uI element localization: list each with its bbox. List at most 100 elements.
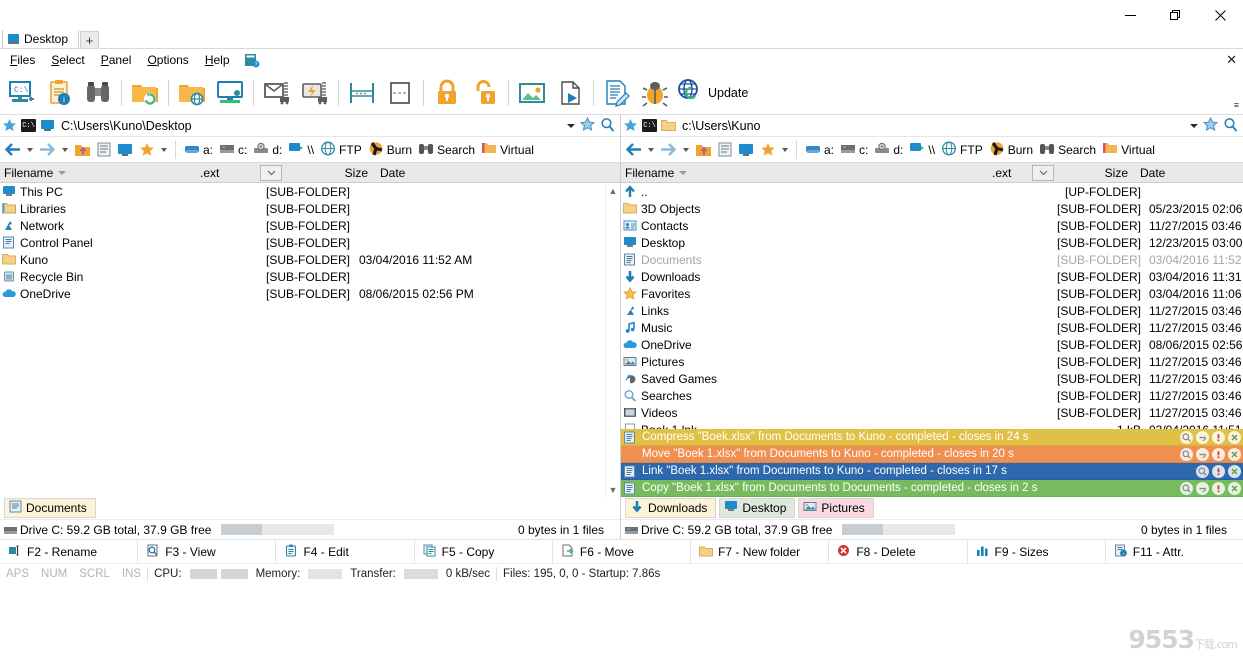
dir-tab-downloads[interactable]: Downloads <box>625 498 717 518</box>
function-key-f7[interactable]: F7 - New folder <box>690 540 828 563</box>
forward-history-dropdown[interactable] <box>683 147 689 152</box>
restore-button[interactable] <box>1153 0 1198 30</box>
notification-alert-icon[interactable] <box>1212 447 1225 461</box>
table-row[interactable]: Videos [SUB-FOLDER] 11/27/2015 03:46 PM <box>621 404 1243 421</box>
left-path-text[interactable]: C:\Users\Kuno\Desktop <box>59 119 563 133</box>
pin-star-icon[interactable] <box>2 118 17 133</box>
notification-item[interactable]: Link "Boek 1.xlsx" from Documents to Kun… <box>621 463 1243 480</box>
list-icon[interactable] <box>95 141 113 158</box>
table-row[interactable]: Pictures [SUB-FOLDER] 11/27/2015 03:46 PM <box>621 353 1243 370</box>
table-row[interactable]: Music [SUB-FOLDER] 11/27/2015 03:46 PM <box>621 319 1243 336</box>
notification-close-icon[interactable] <box>1228 430 1241 444</box>
column-size[interactable]: Size <box>1054 163 1132 182</box>
table-row[interactable]: This PC [SUB-FOLDER] <box>0 183 620 200</box>
function-key-f9[interactable]: F9 - Sizes <box>966 540 1105 563</box>
function-key-f5[interactable]: F5 - Copy <box>413 540 552 563</box>
right-path-text[interactable]: c:\Users\Kuno <box>680 119 1186 133</box>
lock-closed-icon[interactable] <box>428 74 466 112</box>
dir-tab-desktop[interactable]: Desktop <box>719 498 796 518</box>
drive-d[interactable]: d: <box>872 141 905 159</box>
notification-magnify-icon[interactable] <box>1180 481 1193 495</box>
function-key-f3[interactable]: F3 - View <box>137 540 275 563</box>
column-date[interactable]: Date <box>1132 163 1243 182</box>
minimize-button[interactable] <box>1108 0 1153 30</box>
forward-arrow-icon[interactable] <box>37 141 58 158</box>
table-row[interactable]: Searches [SUB-FOLDER] 11/27/2015 03:46 PM <box>621 387 1243 404</box>
table-row[interactable]: Desktop [SUB-FOLDER] 12/23/2015 03:00 PM <box>621 234 1243 251</box>
notification-alert-icon[interactable] <box>1212 430 1225 444</box>
table-row[interactable]: Recycle Bin [SUB-FOLDER] <box>0 268 620 285</box>
left-path-bar[interactable]: C:\ C:\Users\Kuno\Desktop <box>0 115 620 137</box>
table-row[interactable]: Saved Games [SUB-FOLDER] 11/27/2015 03:46 … <box>621 370 1243 387</box>
table-row[interactable]: Contacts [SUB-FOLDER] 11/27/2015 03:46 PM <box>621 217 1243 234</box>
help-document-icon[interactable]: ? <box>244 53 260 68</box>
cmd-badge-icon[interactable]: C:\ <box>642 119 657 132</box>
desktop-icon[interactable] <box>736 142 756 158</box>
left-vertical-scrollbar[interactable]: ▲ ▼ <box>605 183 620 497</box>
table-row[interactable]: Libraries [SUB-FOLDER] <box>0 200 620 217</box>
column-filename[interactable]: Filename <box>621 163 988 182</box>
column-date[interactable]: Date <box>372 163 620 182</box>
notification-minimize-icon[interactable] <box>1196 447 1209 461</box>
toolbar-overflow-button[interactable]: ≡ <box>1234 101 1239 110</box>
menu-panel[interactable]: Panel <box>93 51 140 69</box>
document-edit-icon[interactable] <box>598 74 636 112</box>
cmd-badge-icon[interactable]: C:\ <box>21 119 36 132</box>
notification-item[interactable]: Copy "Boek 1.xlsx" from Documents to Doc… <box>621 480 1243 497</box>
function-key-f4[interactable]: F4 - Edit <box>275 540 413 563</box>
drive-d[interactable]: d: <box>251 141 284 159</box>
dir-tab-pictures[interactable]: Pictures <box>798 498 874 518</box>
table-row[interactable]: Control Panel [SUB-FOLDER] <box>0 234 620 251</box>
monitor-network-icon[interactable] <box>211 74 249 112</box>
table-row[interactable]: Network [SUB-FOLDER] <box>0 217 620 234</box>
star-icon[interactable] <box>137 141 157 158</box>
table-row[interactable]: .. [UP-FOLDER] <box>621 183 1243 200</box>
column-options-dropdown[interactable] <box>1032 164 1054 181</box>
new-tab-button[interactable]: + <box>80 31 100 48</box>
favorites-dropdown[interactable] <box>161 147 167 152</box>
notification-close-icon[interactable] <box>1228 447 1241 461</box>
notification-minimize-icon[interactable] <box>1196 430 1209 444</box>
cmd-console-icon[interactable]: C:\ <box>3 74 41 112</box>
column-ext[interactable]: .ext <box>988 163 1030 182</box>
function-key-f6[interactable]: F6 - Move <box>551 540 690 563</box>
binoculars-icon[interactable] <box>79 74 117 112</box>
right-file-list[interactable]: .. [UP-FOLDER] 3D Objects [SUB-FOLDER] 05/23… <box>621 183 1243 497</box>
function-key-f2[interactable]: F2 - Rename <box>0 540 137 563</box>
drive-c[interactable]: c: <box>838 141 870 159</box>
menu-options[interactable]: Options <box>139 51 196 69</box>
notification-item[interactable]: Compress "Boek.xlsx" from Documents to K… <box>621 429 1243 446</box>
scroll-up-button[interactable]: ▲ <box>606 183 621 198</box>
lock-open-icon[interactable] <box>466 74 504 112</box>
menu-select[interactable]: Select <box>43 51 92 69</box>
notification-magnify-icon[interactable] <box>1180 430 1193 444</box>
notification-magnify-icon[interactable] <box>1180 447 1193 461</box>
notification-alert-icon[interactable] <box>1212 464 1225 478</box>
search-button[interactable]: Search <box>1037 140 1098 160</box>
favorite-star-icon[interactable] <box>1202 116 1219 135</box>
notification-close-icon[interactable] <box>1228 481 1241 495</box>
dashed-box-icon[interactable] <box>381 74 419 112</box>
chevron-down-icon[interactable] <box>1190 123 1198 128</box>
notification-minimize-icon[interactable] <box>1196 481 1209 495</box>
notification-close-icon[interactable] <box>1228 464 1241 478</box>
ftp-button[interactable]: FTP <box>939 140 985 160</box>
close-document-button[interactable]: ✕ <box>1226 53 1237 66</box>
menu-help[interactable]: Help <box>197 51 238 69</box>
favorite-star-icon[interactable] <box>579 116 596 135</box>
compare-icon[interactable] <box>343 74 381 112</box>
drive-a[interactable]: a: <box>803 141 836 159</box>
bug-icon[interactable] <box>636 74 674 112</box>
function-key-f8[interactable]: F8 - Delete <box>828 540 966 563</box>
column-size[interactable]: Size <box>282 163 372 182</box>
table-row[interactable]: Kuno [SUB-FOLDER] 03/04/2016 11:52 AM <box>0 251 620 268</box>
table-row[interactable]: OneDrive [SUB-FOLDER] 08/06/2015 02:56 PM <box>0 285 620 302</box>
back-history-dropdown[interactable] <box>27 147 33 152</box>
search-button[interactable]: Search <box>416 140 477 160</box>
left-file-list[interactable]: This PC [SUB-FOLDER] Libraries [SUB-FOLDER]… <box>0 183 620 497</box>
menu-files[interactable]: Files <box>2 51 43 69</box>
drive-c[interactable]: c: <box>217 141 249 159</box>
close-button[interactable] <box>1198 0 1243 30</box>
network-drive[interactable]: \\ <box>286 140 316 159</box>
zip-lightning-icon[interactable] <box>296 74 334 112</box>
